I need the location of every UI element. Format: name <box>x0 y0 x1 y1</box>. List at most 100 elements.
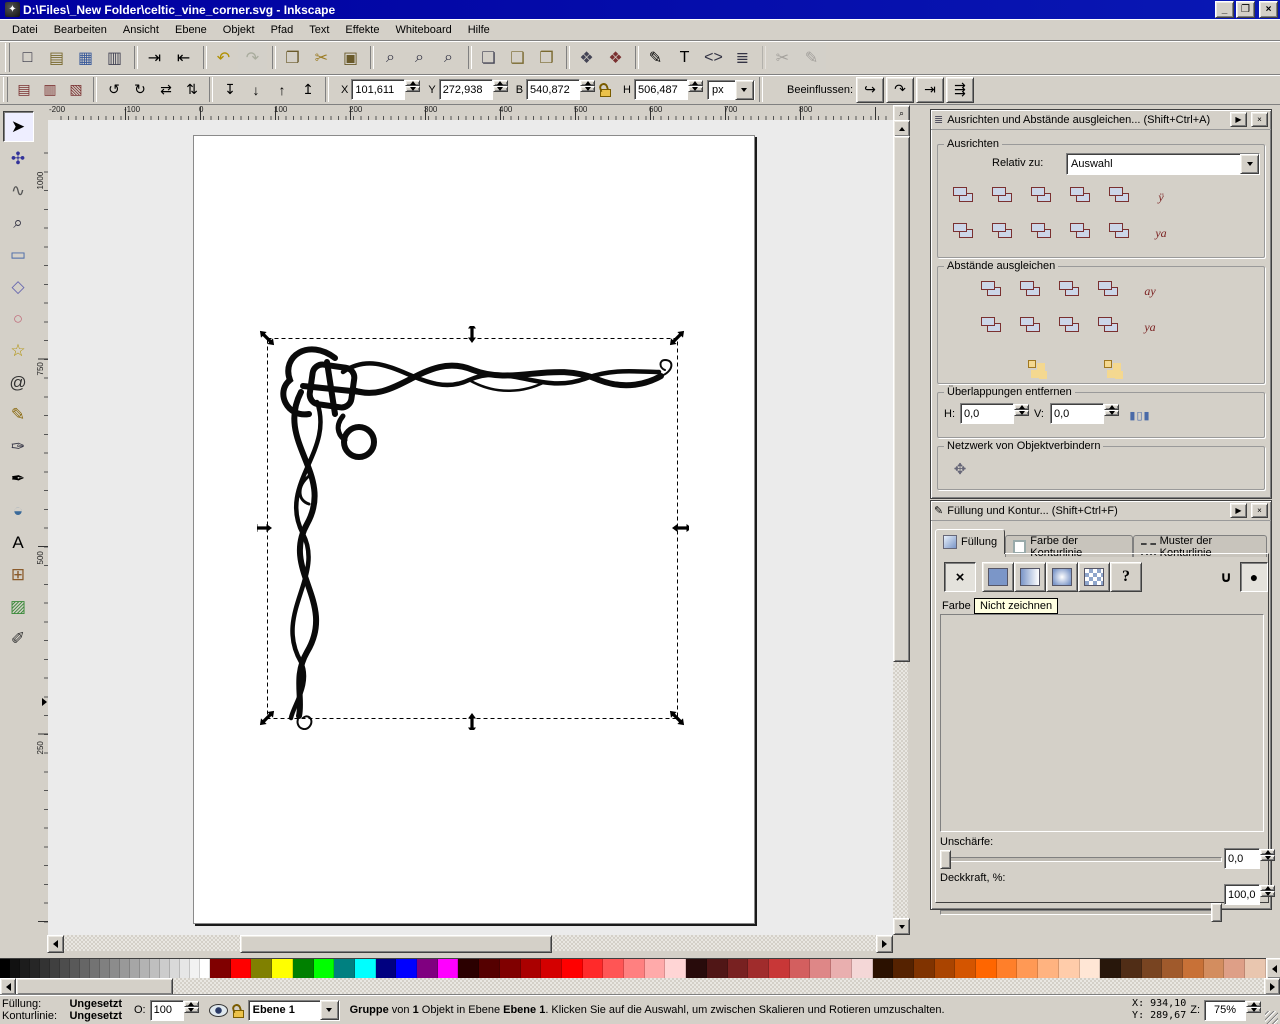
palette-swatch[interactable] <box>40 959 50 978</box>
undo-button[interactable]: ↶ <box>209 43 238 72</box>
palette-swatch[interactable] <box>1142 959 1163 978</box>
palette-swatch[interactable] <box>160 959 170 978</box>
layer-lock-icon[interactable] <box>232 1004 244 1017</box>
align-dialog-button[interactable]: ≣ <box>728 43 757 72</box>
palette-swatch[interactable] <box>1121 959 1142 978</box>
create-clone-button[interactable]: ❑ <box>503 43 532 72</box>
palette-swatch[interactable] <box>170 959 180 978</box>
distribute-top-edges-button[interactable] <box>978 313 1010 342</box>
menu-pfad[interactable]: Pfad <box>263 21 302 39</box>
palette-swatch[interactable] <box>935 959 956 978</box>
align-right-edges-button[interactable] <box>1067 183 1099 212</box>
cut-button[interactable]: ✂ <box>307 43 336 72</box>
paste-button[interactable]: ▣ <box>336 43 365 72</box>
palette-swatch[interactable] <box>665 959 686 978</box>
palette-swatch[interactable] <box>624 959 645 978</box>
palette-swatch[interactable] <box>272 959 293 978</box>
restore-button[interactable]: ❐ <box>1236 1 1255 18</box>
palette-swatch[interactable] <box>0 959 10 978</box>
zoom-to-page-button[interactable]: ⌕ <box>434 43 463 72</box>
unit-dropdown[interactable]: px <box>707 80 755 100</box>
slider-thumb[interactable] <box>1211 903 1222 922</box>
import-button[interactable]: ⇥ <box>140 43 169 72</box>
spin-down-button[interactable] <box>1246 1007 1261 1013</box>
palette-swatch[interactable] <box>976 959 997 978</box>
palette-swatch[interactable] <box>831 959 852 978</box>
blur-spinbox[interactable]: 0,0 <box>1224 849 1275 868</box>
trace-bitmap-button[interactable]: ❖ <box>601 43 630 72</box>
deselect-button[interactable]: ▧ <box>63 77 89 103</box>
palette-swatch[interactable] <box>1245 959 1266 978</box>
palette-swatch[interactable] <box>603 959 624 978</box>
spin-down-button[interactable] <box>1014 410 1029 416</box>
palette-swatch[interactable] <box>1059 959 1080 978</box>
unclump-button[interactable] <box>1092 349 1124 378</box>
spin-down-button[interactable] <box>1260 891 1275 897</box>
dialog-close-button[interactable]: × <box>1251 503 1268 518</box>
palette-swatch[interactable] <box>314 959 335 978</box>
scroll-up-button[interactable] <box>893 120 910 137</box>
y-spinbox[interactable]: 272,938 <box>439 80 508 99</box>
palette-swatch[interactable] <box>1204 959 1225 978</box>
spin-down-button[interactable] <box>184 1007 199 1013</box>
select-all-layers-button[interactable]: ▥ <box>37 77 63 103</box>
tool-paint-bucket[interactable]: ◒ <box>3 495 34 526</box>
flip-vertical-button[interactable]: ⇅ <box>179 77 205 103</box>
vertical-scroll-thumb[interactable] <box>893 136 910 662</box>
overlap-h-value[interactable]: 0,0 <box>960 403 1014 424</box>
fill-rule-evenodd-button[interactable]: ∪ <box>1212 562 1240 592</box>
rotate-ccw-button[interactable]: ↺ <box>101 77 127 103</box>
master-opacity-spinbox[interactable]: 100 <box>150 1001 199 1020</box>
palette-swatch[interactable] <box>521 959 542 978</box>
flip-horizontal-button[interactable]: ⇄ <box>153 77 179 103</box>
blur-value[interactable]: 0,0 <box>1224 848 1260 869</box>
palette-swatch[interactable] <box>90 959 100 978</box>
transform-stroke-toggle[interactable]: ↪ <box>856 77 884 103</box>
menu-effekte[interactable]: Effekte <box>337 21 387 39</box>
palette-scrollbar[interactable] <box>0 978 1280 995</box>
palette-swatch[interactable] <box>873 959 894 978</box>
new-document-button[interactable]: □ <box>13 43 42 72</box>
unlink-clone-button[interactable]: ❒ <box>532 43 561 72</box>
palette-swatch[interactable] <box>80 959 90 978</box>
dropdown-arrow-icon[interactable] <box>735 80 754 100</box>
menu-text[interactable]: Text <box>301 21 337 39</box>
scroll-down-button[interactable] <box>893 918 910 935</box>
paint-radial-gradient-button[interactable] <box>1046 562 1078 592</box>
distribute-vertical-gaps-button[interactable] <box>1095 313 1127 342</box>
distribute-text-anchors-button[interactable]: ay <box>1134 277 1166 306</box>
palette-swatch[interactable] <box>438 959 459 978</box>
raise-to-top-button[interactable]: ↥ <box>295 77 321 103</box>
celtic-vine-drawing[interactable] <box>283 349 671 729</box>
palette-swatch[interactable] <box>396 959 417 978</box>
palette-swatch[interactable] <box>120 959 130 978</box>
scale-corners-toggle[interactable]: ↷ <box>886 77 914 103</box>
tool-zoom[interactable]: ⌕ <box>3 207 34 238</box>
align-bottom-to-anchor-top-button[interactable] <box>950 219 982 248</box>
palette-swatch[interactable] <box>707 959 728 978</box>
spin-down-button[interactable] <box>1104 410 1119 416</box>
spin-down-button[interactable] <box>1260 855 1275 861</box>
palette-swatch[interactable] <box>686 959 707 978</box>
distribute-bottom-edges-button[interactable] <box>1056 313 1088 342</box>
opacity-spinbox[interactable]: 100,0 <box>1224 885 1275 904</box>
align-right-to-anchor-left-button[interactable] <box>950 183 982 212</box>
dialog-titlebar[interactable]: ≣ Ausrichten und Abstände ausgleichen...… <box>931 110 1271 130</box>
palette-swatch[interactable] <box>10 959 20 978</box>
spin-down-button[interactable] <box>493 86 508 92</box>
dialog-expand-button[interactable]: ▶ <box>1230 503 1247 518</box>
palette-swatch[interactable] <box>130 959 140 978</box>
palette-scroll-right-button[interactable] <box>1264 978 1280 995</box>
dialog-expand-button[interactable]: ▶ <box>1230 112 1247 127</box>
zoom-value[interactable]: 75% <box>1204 1000 1246 1021</box>
palette-swatch[interactable] <box>479 959 500 978</box>
fill-stroke-dialog-button[interactable]: ✎ <box>641 43 670 72</box>
open-document-button[interactable]: ▤ <box>42 43 71 72</box>
paint-unknown-button[interactable]: ? <box>1110 562 1142 592</box>
horizontal-scroll-thumb[interactable] <box>240 935 552 953</box>
palette-swatch[interactable] <box>20 959 30 978</box>
tool-tweak[interactable]: ∿ <box>3 175 34 206</box>
tool-bezier[interactable]: ✑ <box>3 431 34 462</box>
text-baseline-button[interactable]: ya <box>1145 219 1177 248</box>
palette-swatch[interactable] <box>1162 959 1183 978</box>
